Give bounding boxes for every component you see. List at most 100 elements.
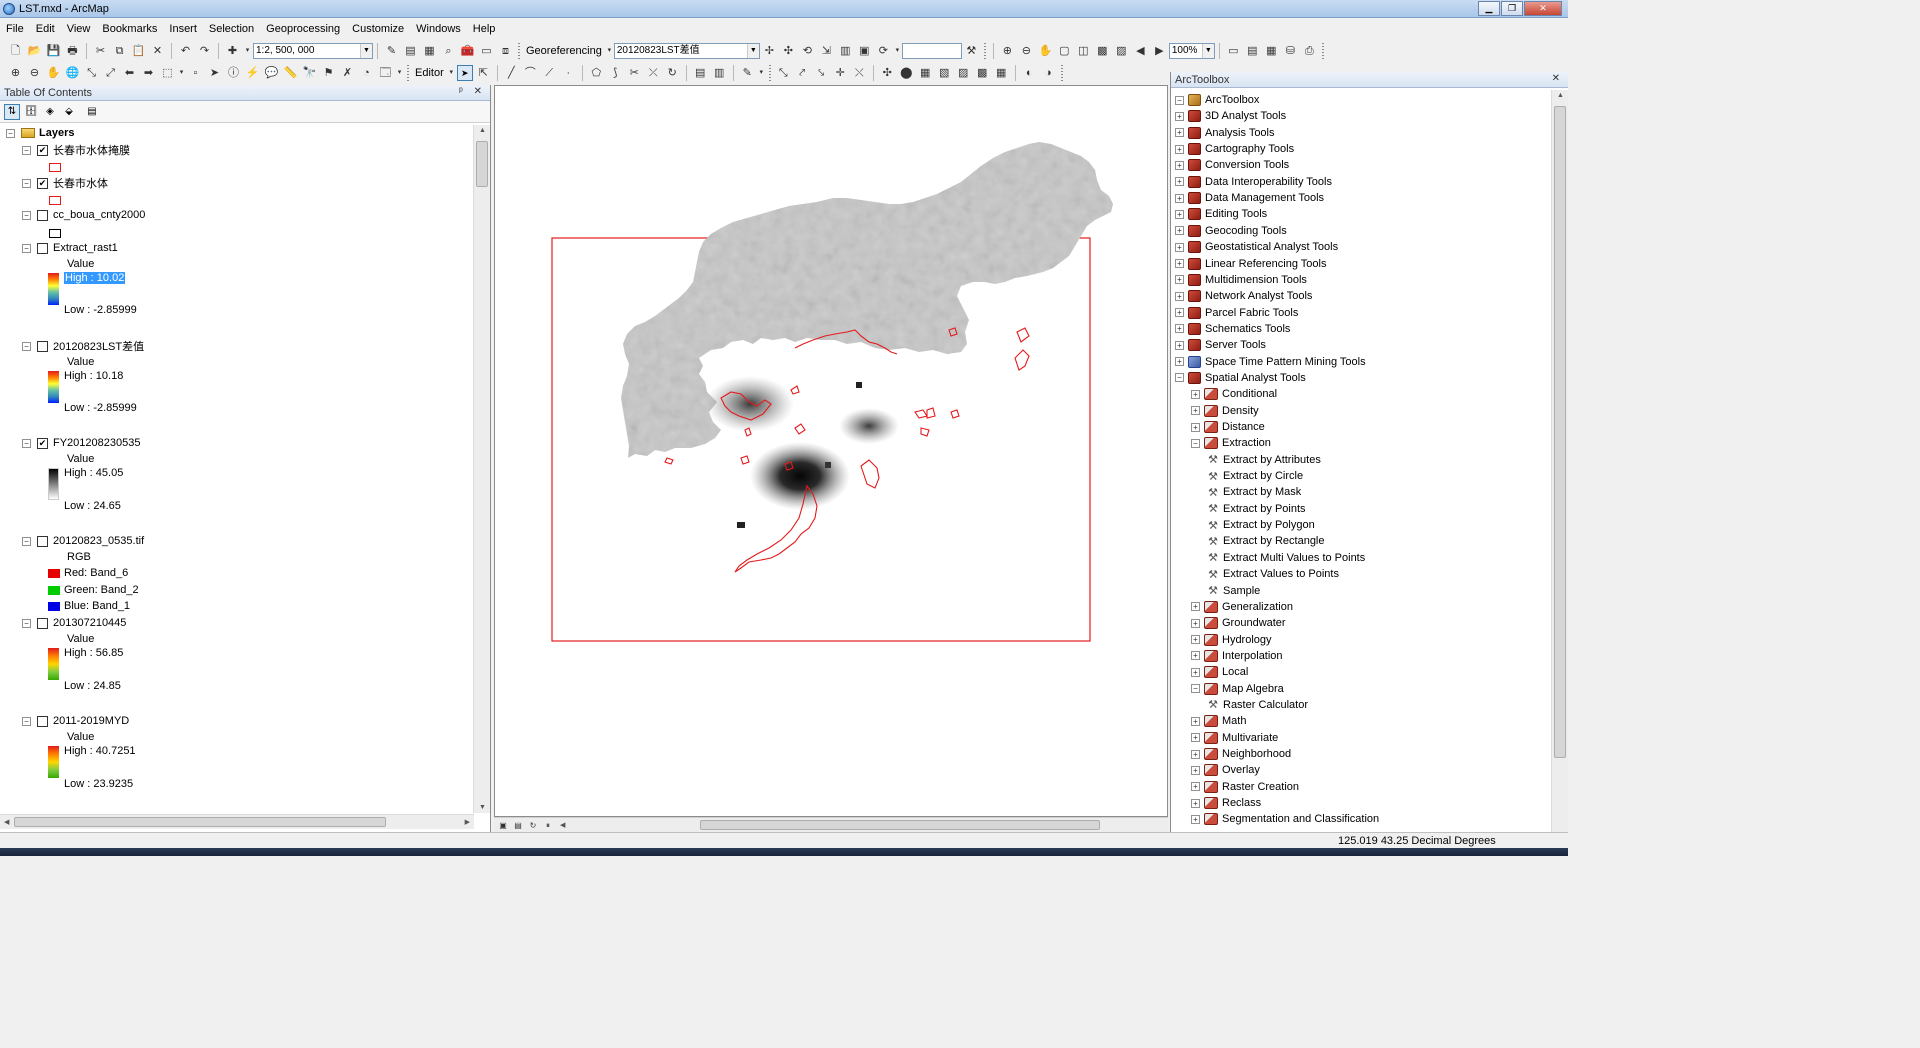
toolset-item[interactable]: + Conditional — [1191, 386, 1277, 402]
expand-icon[interactable]: + — [1191, 618, 1200, 628]
layer-name[interactable]: FY201208230535 — [53, 437, 140, 449]
legend-blue-band[interactable]: Blue: Band_1 — [48, 599, 130, 613]
map-view[interactable] — [494, 85, 1168, 817]
toolset-item[interactable]: + Neighborhood — [1191, 746, 1291, 762]
toolbox-item[interactable]: + Geocoding Tools — [1175, 223, 1287, 239]
legend-red-band[interactable]: Red: Band_6 — [48, 566, 128, 580]
menu-file[interactable]: File — [0, 20, 30, 39]
grayscale-ramp[interactable] — [48, 468, 59, 500]
editor-toolbar-icon[interactable]: ✎ — [384, 43, 400, 59]
toolbox-item[interactable]: + Editing Tools — [1175, 206, 1267, 222]
expand-icon[interactable]: + — [1175, 275, 1184, 285]
zoom-100-icon[interactable]: ◫ — [1075, 43, 1091, 59]
pond-outline[interactable] — [740, 455, 750, 465]
expand-icon[interactable]: + — [1191, 406, 1200, 416]
export-map-icon[interactable]: ⎙ — [1301, 43, 1317, 59]
toolset-item[interactable]: + Hydrology — [1191, 632, 1272, 648]
close-button[interactable]: ✕ — [1524, 1, 1562, 16]
pond-outline[interactable] — [790, 385, 800, 395]
viewer-icon[interactable]: ▣ — [856, 43, 872, 59]
collapse-icon[interactable]: − — [22, 243, 31, 253]
map-canvas[interactable] — [495, 86, 1169, 818]
chevron-down-icon[interactable]: ▾ — [448, 65, 454, 81]
find-route-icon[interactable]: ⚑ — [321, 65, 337, 81]
copy-icon[interactable]: ⧉ — [112, 43, 128, 59]
toolset-item[interactable]: + Raster Creation — [1191, 779, 1299, 795]
layout-zoom-in-icon[interactable]: ⊕ — [999, 43, 1015, 59]
chevron-down-icon[interactable]: ▾ — [397, 65, 403, 81]
toolbox-item[interactable]: + Linear Referencing Tools — [1175, 256, 1326, 272]
modify-link-icon[interactable]: ⤥ — [813, 65, 829, 81]
pond-outline[interactable] — [1016, 327, 1030, 343]
expand-icon[interactable]: + — [1191, 635, 1200, 645]
layer-visibility-checkbox[interactable] — [37, 617, 48, 629]
back-extent-icon[interactable]: ⬅ — [122, 65, 138, 81]
layer-name[interactable]: 长春市水体掩膜 — [53, 142, 130, 158]
pond-outline[interactable] — [1014, 349, 1030, 371]
go-to-xy-icon[interactable]: ✗ — [340, 65, 356, 81]
swipe-icon[interactable]: ◐ — [1021, 65, 1037, 81]
scroll-left-icon[interactable]: ◀ — [4, 818, 9, 826]
identify-icon[interactable]: ⓘ — [226, 65, 242, 81]
pan-icon[interactable]: ✋ — [46, 65, 62, 81]
layer-row[interactable]: − 20120823LST差值 — [22, 339, 144, 353]
collapse-icon[interactable]: − — [22, 536, 31, 546]
layer-name[interactable]: 201307210445 — [53, 617, 126, 629]
list-by-drawing-order-icon[interactable]: ⇅ — [4, 103, 20, 120]
layer-name[interactable]: Extract_rast1 — [53, 242, 118, 254]
redo-icon[interactable]: ↷ — [197, 43, 213, 59]
toolbox-item[interactable]: + Server Tools — [1175, 337, 1266, 353]
menu-help[interactable]: Help — [467, 20, 502, 39]
attributes-icon[interactable]: ▤ — [692, 65, 708, 81]
focus-data-frame-icon[interactable]: ▤ — [1244, 43, 1260, 59]
toolbar-grip[interactable] — [518, 43, 520, 59]
list-by-selection-icon[interactable]: ⬙ — [61, 104, 77, 120]
expand-icon[interactable]: + — [1175, 111, 1184, 121]
new-identity-link-icon[interactable]: ⤬ — [851, 65, 867, 81]
scroll-up-icon[interactable]: ▲ — [479, 127, 486, 134]
toolset-item[interactable]: + Generalization — [1191, 599, 1293, 615]
arctoolbox-icon[interactable]: 🧰 — [460, 43, 476, 59]
toolset-item[interactable]: − Map Algebra — [1191, 681, 1284, 697]
layout-fixed-zoom-in-icon[interactable]: ▩ — [1094, 43, 1110, 59]
menu-view[interactable]: View — [61, 20, 97, 39]
hyperlink-icon[interactable]: ⚡ — [245, 65, 261, 81]
toolbox-item[interactable]: + Parcel Fabric Tools — [1175, 305, 1298, 321]
expand-icon[interactable]: + — [1175, 308, 1184, 318]
expand-icon[interactable]: + — [1175, 340, 1184, 350]
expand-icon[interactable]: + — [1191, 733, 1200, 743]
chevron-down-icon[interactable]: ▾ — [244, 43, 252, 59]
layer-row[interactable]: − Extract_rast1 — [22, 241, 118, 255]
color-ramp[interactable] — [48, 746, 59, 778]
tool-item[interactable]: ⚒ Extract Values to Points — [1207, 566, 1339, 582]
color-ramp[interactable] — [48, 371, 59, 403]
layout-view-icon[interactable]: ▤ — [512, 820, 524, 831]
layers-root[interactable]: − Layers — [6, 126, 74, 140]
expand-icon[interactable]: + — [1175, 259, 1184, 268]
point-icon[interactable]: ∙ — [560, 65, 576, 81]
scrollbar-thumb[interactable] — [476, 141, 488, 187]
menu-geoprocessing[interactable]: Geoprocessing — [260, 20, 346, 39]
add-data-icon[interactable]: ✚ — [225, 43, 241, 59]
toc-vertical-scrollbar[interactable]: ▲ ▼ — [473, 125, 490, 813]
scrollbar-thumb[interactable] — [700, 820, 1100, 830]
raster-classify-icon[interactable]: ▦ — [917, 65, 933, 81]
layer-visibility-checkbox[interactable]: ✔ — [37, 144, 48, 156]
polygon-symbol[interactable] — [49, 228, 61, 238]
toolbar-grip[interactable] — [983, 43, 986, 59]
collapse-icon[interactable]: − — [22, 178, 31, 188]
expand-icon[interactable]: + — [1175, 160, 1184, 170]
zoom-in-icon[interactable]: ⊕ — [8, 65, 24, 81]
georeference-layer-combo[interactable]: 20120823LST差值 ▼ — [613, 43, 760, 59]
menu-selection[interactable]: Selection — [203, 20, 260, 39]
full-extent-icon[interactable]: 🌐 — [65, 65, 81, 81]
pin-icon[interactable]: ᵖ — [459, 86, 467, 97]
maximize-button[interactable]: ❐ — [1501, 1, 1523, 16]
menu-bookmarks[interactable]: Bookmarks — [96, 20, 163, 39]
table-of-contents-icon[interactable]: ▤ — [403, 43, 419, 59]
polygon-symbol[interactable] — [49, 162, 61, 172]
toolbox-item[interactable]: + Analysis Tools — [1175, 125, 1275, 141]
multiple-displacement-icon[interactable]: ✛ — [832, 65, 848, 81]
layer-name[interactable]: 长春市水体 — [53, 175, 108, 191]
heat-ramp[interactable] — [48, 648, 59, 680]
